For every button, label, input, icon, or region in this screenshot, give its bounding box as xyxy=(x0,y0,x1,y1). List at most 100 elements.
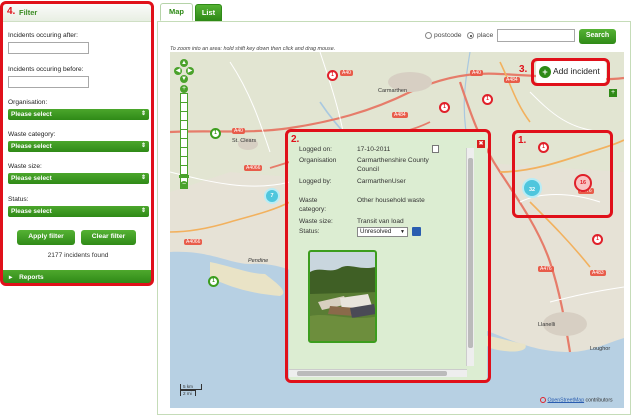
status-dropdown-value: Unresolved xyxy=(360,228,392,235)
place-label: place xyxy=(477,32,494,39)
road-badge: A4066 xyxy=(184,239,203,245)
pan-left-button[interactable]: ◀ xyxy=(174,67,182,75)
incident-marker-resolved[interactable]: 1 xyxy=(210,128,221,139)
place-label: Carmarthen xyxy=(378,88,408,94)
road-badge: A40 xyxy=(232,128,245,134)
popup-vertical-scrollbar[interactable] xyxy=(466,148,474,366)
waste-category-select[interactable]: Please select ⇕ xyxy=(8,141,149,152)
postcode-label: postcode xyxy=(434,32,462,39)
organisation-select[interactable]: Please select ⇕ xyxy=(8,109,149,120)
zoom-in-button[interactable]: + xyxy=(180,85,188,93)
waste-size-label: Waste size: xyxy=(299,218,333,225)
incident-marker[interactable]: 1 xyxy=(482,94,493,105)
road-badge: A483 xyxy=(590,270,606,276)
incidents-found-count: 2177 incidents found xyxy=(47,252,109,259)
map-attribution: OpenStreetMap contributors xyxy=(540,397,613,403)
logged-by-value: CarmarthenUser xyxy=(357,178,406,185)
organisation-select-value: Please select xyxy=(11,111,52,118)
logged-on-label: Logged on: xyxy=(299,146,333,153)
chevron-down-icon: ▼ xyxy=(400,229,405,235)
place-label: Loughor xyxy=(590,346,611,352)
road-badge: A40 xyxy=(340,70,353,76)
pan-up-button[interactable]: ▲ xyxy=(180,59,188,67)
place-label: Llanelli xyxy=(538,322,556,328)
save-icon[interactable] xyxy=(412,227,421,236)
reports-toggle[interactable]: ▸ Reports xyxy=(3,270,151,283)
date-after-input[interactable] xyxy=(8,42,89,54)
select-arrow-icon: ⇕ xyxy=(140,143,146,149)
place-search-input[interactable] xyxy=(497,29,575,42)
place-radio[interactable] xyxy=(467,32,474,39)
road-badge: A484 xyxy=(504,77,520,83)
osm-link[interactable]: OpenStreetMap xyxy=(547,397,584,403)
incident-cluster[interactable]: 7 xyxy=(264,188,280,204)
incident-marker-resolved[interactable]: 1 xyxy=(208,276,219,287)
scroll-thumb[interactable] xyxy=(297,371,447,376)
waste-size-label: Waste size: xyxy=(8,163,42,170)
tab-map[interactable]: Map xyxy=(160,3,193,21)
zoom-slider-handle[interactable] xyxy=(179,175,189,178)
add-incident-button[interactable]: + Add incident xyxy=(536,61,606,83)
status-label: Status: xyxy=(8,196,29,203)
status-select-value: Please select xyxy=(11,208,52,215)
plus-icon: + xyxy=(539,66,551,78)
zoom-out-button[interactable]: − xyxy=(180,181,188,189)
waste-size-value: Transit van load xyxy=(357,218,404,225)
zoom-control: ▲ ◀ ▶ ▼ + − xyxy=(174,59,194,189)
before-label: Incidents occuring before: xyxy=(8,66,84,73)
postcode-radio[interactable] xyxy=(425,32,432,39)
waste-category-label-line2: category: xyxy=(299,206,327,213)
filter-panel: Filter Incidents occuring after: Inciden… xyxy=(2,3,152,284)
place-label: Pendine xyxy=(248,258,269,264)
attribution-text: contributors xyxy=(585,397,613,404)
status-label: Status: xyxy=(299,228,320,235)
date-before-input[interactable] xyxy=(8,76,89,88)
road-badge: A484 xyxy=(392,112,408,118)
scroll-thumb[interactable] xyxy=(468,158,473,348)
chevron-right-icon: ▸ xyxy=(9,274,13,281)
pan-right-button[interactable]: ▶ xyxy=(186,67,194,75)
annotation-number-add-incident: 3. xyxy=(519,64,528,75)
incident-marker[interactable]: 1 xyxy=(439,102,450,113)
logged-by-label: Logged by: xyxy=(299,178,332,185)
status-dropdown[interactable]: Unresolved ▼ xyxy=(357,227,408,237)
waste-size-select[interactable]: Please select ⇕ xyxy=(8,173,149,184)
incident-marker[interactable]: 1 xyxy=(592,234,603,245)
incident-marker[interactable]: 1 xyxy=(538,142,549,153)
road-badge: A4066 xyxy=(244,165,263,171)
organisation-label: Organisation xyxy=(299,157,337,164)
incident-photo-image xyxy=(310,252,375,341)
scale-mi: 2 mi xyxy=(180,390,196,396)
select-arrow-icon: ⇕ xyxy=(140,175,146,181)
incident-photo[interactable] xyxy=(308,250,377,343)
incident-cluster[interactable]: 16 xyxy=(574,174,592,192)
incident-cluster[interactable]: 32 xyxy=(522,178,542,198)
close-icon[interactable]: ✖ xyxy=(477,140,485,148)
waste-category-value: Other household waste xyxy=(357,197,425,204)
road-badge: A40 xyxy=(470,70,483,76)
annotation-number-filter: 4. xyxy=(7,6,16,17)
search-button[interactable]: Search xyxy=(579,29,616,44)
incident-marker[interactable]: 1 xyxy=(327,70,338,81)
layers-plus-icon[interactable]: + xyxy=(609,89,617,97)
select-arrow-icon: ⇕ xyxy=(140,111,146,117)
organisation-value-line1: Carmarthenshire County xyxy=(357,157,429,164)
clear-filter-button[interactable]: Clear filter xyxy=(81,230,136,245)
apply-filter-button[interactable]: Apply filter xyxy=(17,230,75,245)
popup-horizontal-scrollbar[interactable] xyxy=(289,369,467,377)
select-arrow-icon: ⇕ xyxy=(140,208,146,214)
map-scale: 5 km 2 mi xyxy=(180,384,210,400)
pan-down-button[interactable]: ▼ xyxy=(180,75,188,83)
add-incident-label: Add incident xyxy=(553,66,600,76)
filter-header[interactable]: Filter xyxy=(3,4,151,22)
waste-category-label-line1: Waste xyxy=(299,197,318,204)
waste-category-label: Waste category: xyxy=(8,131,56,138)
document-icon[interactable] xyxy=(432,145,439,153)
place-label: St. Clears xyxy=(232,138,257,144)
annotation-number-clusters: 1. xyxy=(518,135,527,146)
filter-title: Filter xyxy=(19,8,38,17)
status-select[interactable]: Please select ⇕ xyxy=(8,206,149,217)
tab-list[interactable]: List xyxy=(195,4,222,21)
organisation-label: Organisation: xyxy=(8,99,48,106)
waste-category-select-value: Please select xyxy=(11,143,52,150)
